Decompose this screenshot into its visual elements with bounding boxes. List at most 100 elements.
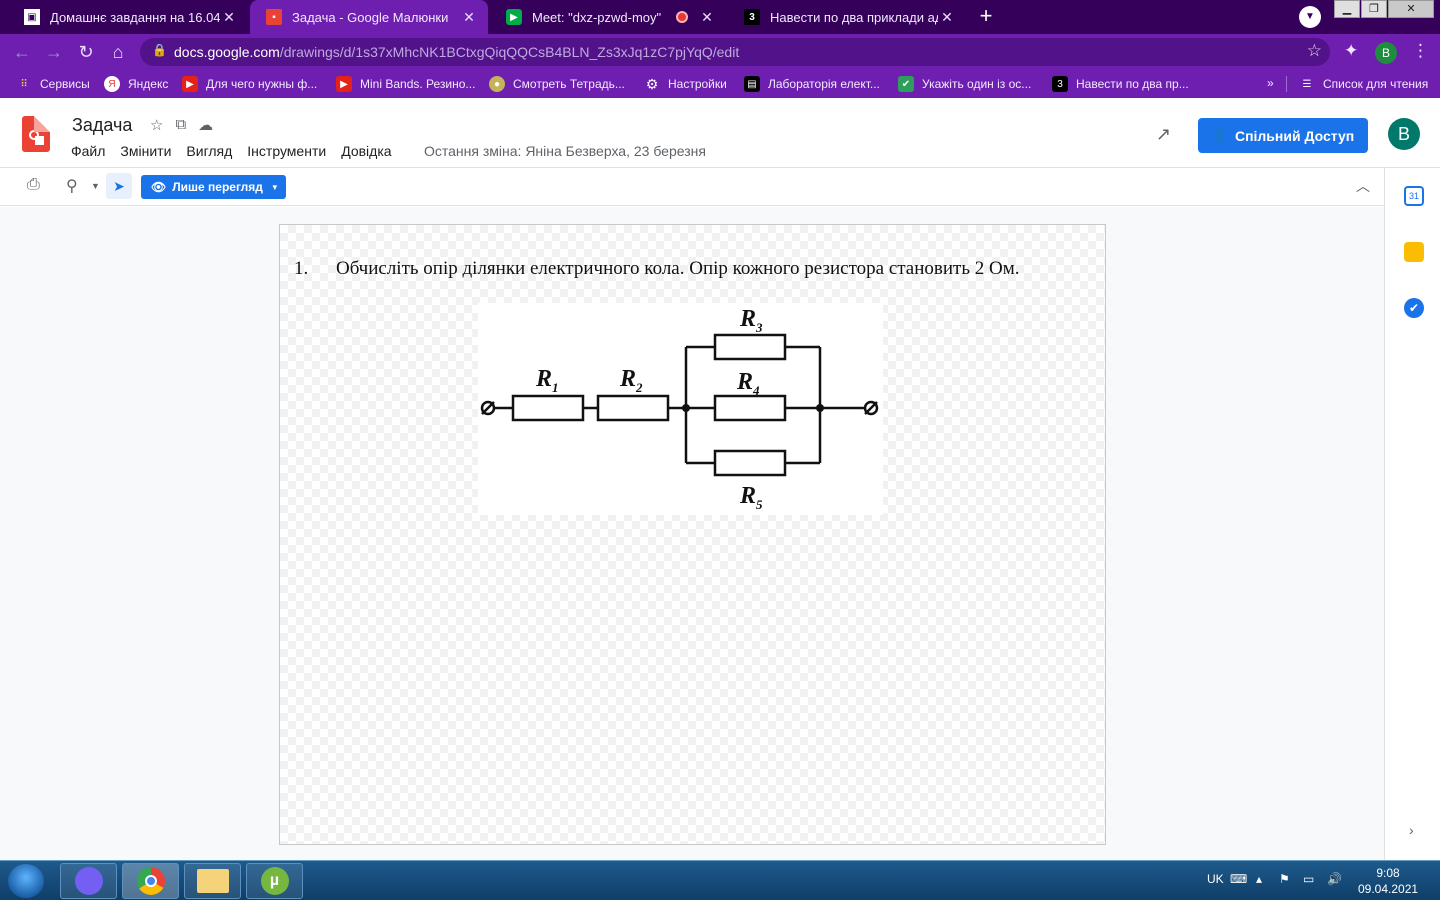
bookmarks-bar: ⠿ Сервисы Я Яндекс ▶ Для чего нужны ф... ▶ M…: [0, 70, 1440, 98]
menu-file[interactable]: Файл: [71, 143, 105, 159]
browser-tab-znanija[interactable]: 3 Навести по два приклади адмін ✕: [728, 0, 966, 34]
move-to-folder-icon[interactable]: ⧉: [175, 116, 186, 134]
meet-icon: ▶: [506, 9, 522, 25]
extensions-icon[interactable]: ✦: [1344, 41, 1358, 61]
reading-list-button[interactable]: ☰ Список для чтения: [1286, 76, 1428, 92]
menu-edit[interactable]: Змінити: [120, 143, 171, 159]
menu-view[interactable]: Вигляд: [186, 143, 232, 159]
volume-icon[interactable]: 🔊: [1327, 872, 1342, 886]
bookmark-item[interactable]: ✔ Укажіть один із ос...: [898, 76, 1031, 92]
reading-list-icon: ☰: [1302, 78, 1312, 90]
browser-tab-classroom[interactable]: ▣ Домашнє завдання на 16.04. "М ✕: [8, 0, 248, 34]
bookmark-label: Навести по два пр...: [1076, 77, 1189, 91]
browser-toolbar: ← → ↻ ⌂ 🔒 docs.google.com/drawings/d/1s3…: [0, 34, 1440, 70]
cloud-status-icon[interactable]: ☁: [198, 116, 213, 134]
side-panel: 31 ✔ ›: [1384, 168, 1440, 860]
new-tab-button[interactable]: +: [972, 4, 1000, 30]
bookmark-label: Смотреть Тетрадь...: [513, 77, 625, 91]
bookmark-item[interactable]: ▶ Для чего нужны ф...: [182, 76, 317, 92]
recording-icon: [676, 11, 688, 23]
canvas-area: 1. Обчисліть опір ділянки електричного ко…: [0, 207, 1384, 860]
docs-header: Задача ☆ ⧉ ☁ Файл Змінити Вигляд Інструм…: [0, 98, 1440, 168]
menu-help[interactable]: Довідка: [341, 143, 391, 159]
tray-expand-icon[interactable]: ▴: [1256, 872, 1262, 886]
zoom-dropdown-icon[interactable]: ▼: [91, 181, 100, 191]
chrome-profile-avatar[interactable]: B: [1375, 42, 1397, 64]
collapse-menus-icon[interactable]: ︿: [1356, 176, 1370, 196]
more-menu-icon[interactable]: ⋮: [1412, 41, 1429, 61]
chrome-taskbar-button[interactable]: [122, 863, 179, 899]
activity-dashboard-icon[interactable]: ↗: [1156, 124, 1171, 145]
minimize-button[interactable]: ▁: [1334, 0, 1360, 18]
classroom-icon: ▣: [24, 9, 40, 25]
close-tab-icon[interactable]: ✕: [220, 9, 238, 26]
bookmark-star-icon[interactable]: ☆: [1307, 41, 1322, 61]
language-indicator[interactable]: UK: [1207, 872, 1224, 886]
star-icon[interactable]: ☆: [150, 116, 163, 134]
tab-title: Домашнє завдання на 16.04. "М: [50, 9, 220, 25]
bookmark-item[interactable]: ⚙ Настройки: [644, 76, 727, 92]
browser-tab-drawings[interactable]: ▪ Задача - Google Малюнки ✕: [250, 0, 488, 34]
check-icon: ✔: [898, 76, 914, 92]
user-avatar[interactable]: B: [1388, 118, 1420, 150]
drawings-icon: ▪: [266, 9, 282, 25]
bookmarks-overflow-button[interactable]: »: [1267, 76, 1274, 90]
menu-tools[interactable]: Інструменти: [247, 143, 326, 159]
keyboard-icon[interactable]: ⌨: [1230, 872, 1247, 886]
globe-icon: Я: [104, 76, 120, 92]
bookmark-label: Яндекс: [128, 77, 169, 91]
resistor-r4: [713, 394, 787, 422]
select-tool-icon[interactable]: ➤: [106, 173, 132, 199]
bookmark-item[interactable]: ● Смотреть Тетрадь...: [489, 76, 625, 92]
last-edit-link[interactable]: Остання зміна: Яніна Безверха, 23 березн…: [424, 143, 706, 159]
expand-panel-icon[interactable]: ›: [1409, 822, 1414, 838]
label-r5: R5: [739, 483, 763, 512]
bookmark-label: Для чего нужны ф...: [206, 77, 318, 91]
url-path: /drawings/d/1s37xMhcNK1BCtxgQiqQQCsB4BLN…: [279, 44, 740, 60]
circuit-diagram: R1 R2 R3 R4 R5: [478, 303, 883, 515]
drawings-logo-icon[interactable]: [22, 116, 50, 152]
reload-icon[interactable]: ↻: [75, 41, 97, 63]
resistor-r3: [713, 333, 787, 361]
explorer-taskbar-button[interactable]: [184, 863, 241, 899]
bookmark-item[interactable]: ▤ Лабораторія елект...: [744, 76, 880, 92]
utorrent-taskbar-button[interactable]: µ: [246, 863, 303, 899]
znanija-icon: 3: [1052, 76, 1068, 92]
viber-taskbar-button[interactable]: [60, 863, 117, 899]
apps-grid-icon: ⠿: [20, 78, 28, 90]
close-tab-icon[interactable]: ✕: [698, 9, 716, 26]
close-tab-icon[interactable]: ✕: [460, 9, 478, 26]
bookmark-item[interactable]: Я Яндекс: [104, 76, 168, 92]
view-only-mode-button[interactable]: 👁 Лише перегляд ▼: [141, 175, 286, 199]
resistor-r5: [713, 449, 787, 477]
close-tab-icon[interactable]: ✕: [938, 9, 956, 26]
print-icon[interactable]: ⎙: [27, 176, 40, 194]
share-label: Спільний Доступ: [1234, 127, 1355, 144]
start-button[interactable]: [8, 864, 44, 898]
taskbar-clock[interactable]: 9:08 09.04.2021: [1358, 865, 1418, 897]
back-arrow-icon[interactable]: ←: [11, 41, 33, 63]
bookmark-item[interactable]: ▶ Mini Bands. Резино...: [336, 76, 475, 92]
keep-icon[interactable]: [1404, 242, 1424, 262]
tab-search-icon[interactable]: ▼: [1299, 6, 1321, 28]
task-text: 1. Обчисліть опір ділянки електричного ко…: [294, 258, 1020, 280]
close-window-button[interactable]: ✕: [1388, 0, 1434, 18]
share-button[interactable]: 👤 Спільний Доступ: [1198, 118, 1368, 153]
address-bar[interactable]: 🔒 docs.google.com/drawings/d/1s37xMhcNK1…: [140, 38, 1330, 66]
tasks-icon[interactable]: ✔: [1404, 298, 1424, 318]
zoom-icon[interactable]: ⚲: [66, 176, 78, 196]
document-title[interactable]: Задача: [72, 115, 132, 136]
browser-tab-meet[interactable]: ▶ Meet: "dxz-pzwd-moy" ✕: [490, 0, 726, 34]
clock-date: 09.04.2021: [1358, 882, 1419, 896]
drawing-page[interactable]: 1. Обчисліть опір ділянки електричного ко…: [279, 224, 1106, 845]
page-icon: ●: [489, 76, 505, 92]
calendar-icon[interactable]: 31: [1404, 186, 1424, 206]
bookmark-item[interactable]: ⠿ Сервисы: [16, 76, 89, 92]
maximize-button[interactable]: ❐: [1361, 0, 1387, 18]
action-center-icon[interactable]: ⚑: [1279, 872, 1290, 886]
network-icon[interactable]: ▭: [1303, 872, 1314, 886]
home-icon[interactable]: ⌂: [107, 41, 129, 63]
bookmark-item[interactable]: 3 Навести по два пр...: [1052, 76, 1189, 92]
junction-node: [816, 404, 824, 412]
forward-arrow-icon[interactable]: →: [43, 41, 65, 63]
